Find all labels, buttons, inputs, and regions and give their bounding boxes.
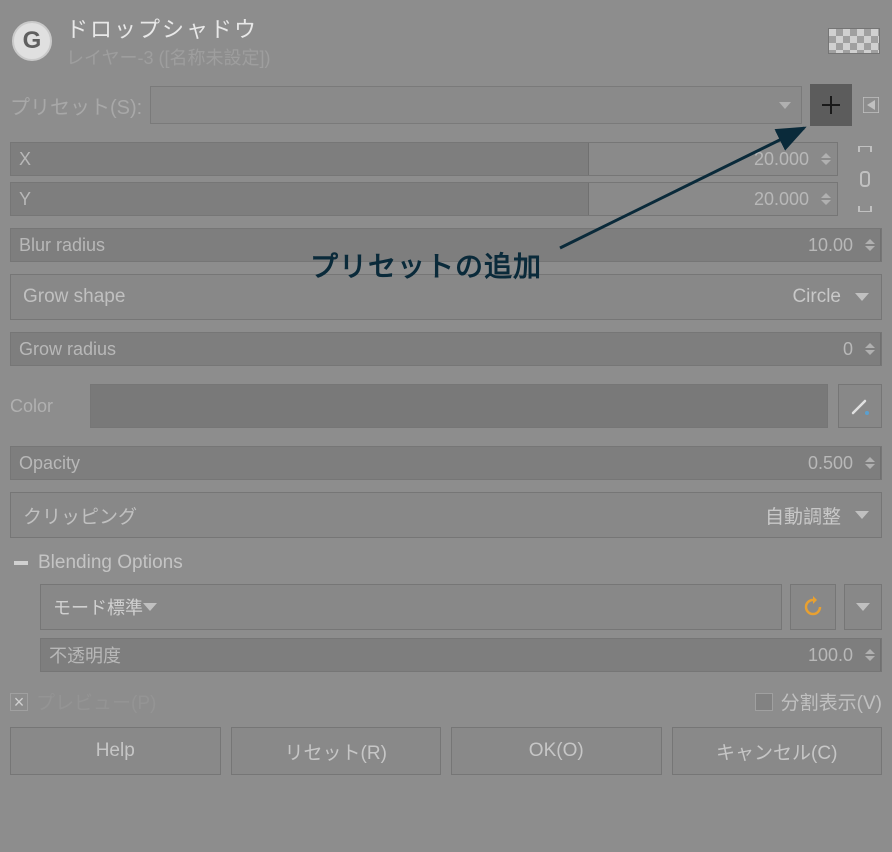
layer-name: レイヤー-3: [66, 48, 153, 68]
blend-opacity-label: 不透明度: [41, 642, 808, 668]
help-button[interactable]: Help: [10, 727, 221, 775]
blend-opacity-slider[interactable]: 不透明度 100.0: [40, 638, 882, 672]
blending-section-label: Blending Options: [38, 552, 183, 574]
dialog-header: G ドロップシャドウ レイヤー-3 ([名称未設定]): [10, 8, 882, 78]
preset-menu-button[interactable]: [860, 94, 882, 116]
grow-shape-dropdown[interactable]: Grow shape Circle: [10, 274, 882, 320]
blend-mode-value: 標準: [107, 594, 143, 620]
link-icon: [855, 146, 875, 212]
y-value: 20.000: [754, 189, 837, 210]
split-label: 分割表示(V): [781, 688, 882, 715]
x-label: X: [11, 149, 754, 170]
grow-radius-label: Grow radius: [11, 339, 843, 360]
preset-combo[interactable]: [150, 86, 802, 124]
ok-button[interactable]: OK(O): [451, 727, 662, 775]
chevron-down-icon: [855, 293, 869, 301]
chevron-down-icon: [855, 511, 869, 519]
layer-suffix: ([名称未設定]): [153, 48, 270, 68]
xy-link-toggle[interactable]: [848, 142, 882, 216]
title-block: ドロップシャドウ レイヤー-3 ([名称未設定]): [66, 12, 828, 70]
xy-group: X 20.000 Y 20.000: [10, 142, 882, 216]
preset-row: プリセット(S):: [10, 84, 882, 126]
reset-icon: [802, 596, 824, 618]
plus-icon: [820, 94, 842, 116]
color-label: Color: [10, 396, 80, 417]
y-label: Y: [11, 189, 754, 210]
clipping-label: クリッピング: [23, 502, 765, 529]
cancel-button[interactable]: キャンセル(C): [672, 727, 883, 775]
chevron-down-icon: [856, 603, 870, 611]
blending-panel: モード 標準 不透明度 100.0: [10, 584, 882, 672]
opacity-value: 0.500: [808, 453, 881, 474]
preset-label: プリセット(S):: [10, 91, 142, 120]
clipping-value: 自動調整: [765, 502, 841, 529]
collapse-icon: [14, 561, 28, 565]
preview-thumbnail: [828, 28, 880, 54]
blend-opacity-value: 100.0: [808, 645, 881, 666]
opacity-label: Opacity: [11, 453, 808, 474]
split-checkbox[interactable]: [755, 693, 773, 711]
grow-radius-value: 0: [843, 339, 881, 360]
grow-shape-value: Circle: [792, 286, 841, 308]
y-slider[interactable]: Y 20.000: [10, 182, 838, 216]
eyedropper-button[interactable]: [838, 384, 882, 428]
app-icon: G: [12, 21, 52, 61]
blend-mode-label: モード: [53, 594, 107, 620]
dialog-root: G ドロップシャドウ レイヤー-3 ([名称未設定]) プリセット(S):: [0, 0, 892, 852]
blur-radius-slider[interactable]: Blur radius 10.00: [10, 228, 882, 262]
blending-expander[interactable]: Blending Options: [14, 552, 882, 574]
opacity-slider[interactable]: Opacity 0.500: [10, 446, 882, 480]
menu-triangle-icon: [863, 97, 879, 113]
chevron-down-icon: [779, 102, 791, 109]
blend-mode-dropdown[interactable]: モード 標準: [40, 584, 782, 630]
mode-menu-button[interactable]: [844, 584, 882, 630]
dialog-subtitle: レイヤー-3 ([名称未設定]): [66, 44, 828, 70]
preview-checkbox[interactable]: [10, 693, 28, 711]
add-preset-button[interactable]: [810, 84, 852, 126]
chevron-down-icon: [143, 603, 157, 611]
blur-radius-label: Blur radius: [11, 235, 808, 256]
grow-radius-slider[interactable]: Grow radius 0: [10, 332, 882, 366]
color-swatch[interactable]: [90, 384, 828, 428]
reset-button[interactable]: リセット(R): [231, 727, 442, 775]
dialog-title: ドロップシャドウ: [66, 12, 828, 44]
x-slider[interactable]: X 20.000: [10, 142, 838, 176]
preview-label: プレビュー(P): [36, 688, 156, 715]
color-row: Color: [10, 378, 882, 434]
preview-row: プレビュー(P) 分割表示(V): [10, 688, 882, 715]
eyedropper-icon: [849, 395, 871, 417]
blur-radius-value: 10.00: [808, 235, 881, 256]
x-value: 20.000: [754, 149, 837, 170]
reset-mode-button[interactable]: [790, 584, 836, 630]
button-bar: Help リセット(R) OK(O) キャンセル(C): [10, 727, 882, 775]
grow-shape-label: Grow shape: [23, 286, 792, 308]
clipping-dropdown[interactable]: クリッピング 自動調整: [10, 492, 882, 538]
